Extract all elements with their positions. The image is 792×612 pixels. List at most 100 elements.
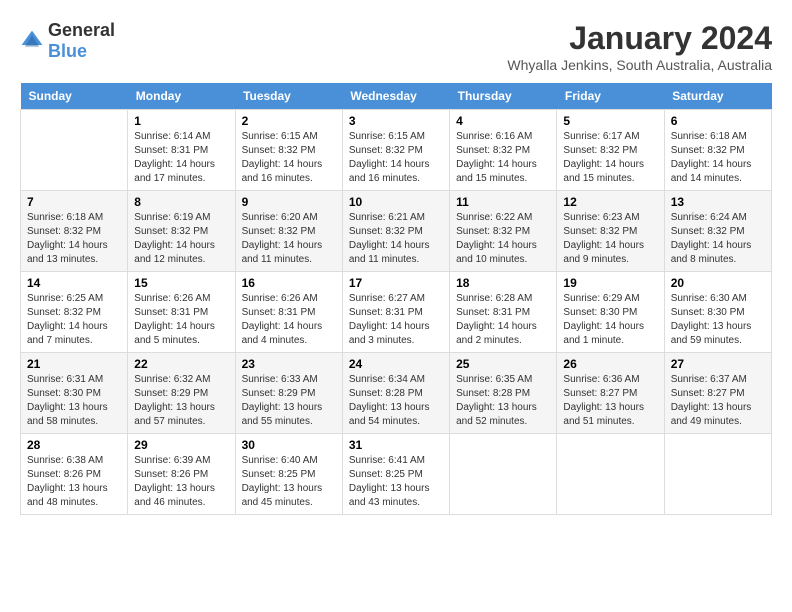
calendar-cell: 22 Sunrise: 6:32 AMSunset: 8:29 PMDayligh… bbox=[128, 353, 235, 434]
subtitle: Whyalla Jenkins, South Australia, Austra… bbox=[507, 57, 772, 73]
day-number: 3 bbox=[349, 114, 443, 128]
day-info: Sunrise: 6:29 AMSunset: 8:30 PMDaylight:… bbox=[563, 292, 657, 348]
day-number: 28 bbox=[27, 438, 121, 452]
day-info: Sunrise: 6:41 AMSunset: 8:25 PMDaylight:… bbox=[349, 454, 443, 510]
day-number: 24 bbox=[349, 357, 443, 371]
week-row-3: 14 Sunrise: 6:25 AMSunset: 8:32 PMDayligh… bbox=[21, 272, 772, 353]
day-info: Sunrise: 6:28 AMSunset: 8:31 PMDaylight:… bbox=[456, 292, 550, 348]
calendar-cell: 18Sunrise: 6:28 AMSunset: 8:31 PMDayligh… bbox=[450, 272, 557, 353]
day-info: Sunrise: 6:18 AMSunset: 8:32 PMDaylight:… bbox=[671, 130, 765, 186]
calendar-cell: 6 Sunrise: 6:18 AMSunset: 8:32 PMDaylight… bbox=[664, 110, 771, 191]
column-header-monday: Monday bbox=[128, 83, 235, 110]
calendar-cell: 12 Sunrise: 6:23 AMSunset: 8:32 PMDayligh… bbox=[557, 191, 664, 272]
day-info: Sunrise: 6:31 AMSunset: 8:30 PMDaylight:… bbox=[27, 373, 121, 429]
column-header-thursday: Thursday bbox=[450, 83, 557, 110]
day-info: Sunrise: 6:19 AMSunset: 8:32 PMDaylight:… bbox=[134, 211, 228, 267]
day-info: Sunrise: 6:14 AMSunset: 8:31 PMDaylight:… bbox=[134, 130, 228, 186]
day-number: 14 bbox=[27, 276, 121, 290]
column-header-tuesday: Tuesday bbox=[235, 83, 342, 110]
day-info: Sunrise: 6:26 AMSunset: 8:31 PMDaylight:… bbox=[134, 292, 228, 348]
week-row-5: 28Sunrise: 6:38 AMSunset: 8:26 PMDayligh… bbox=[21, 434, 772, 515]
calendar-cell: 3Sunrise: 6:15 AMSunset: 8:32 PMDaylight… bbox=[342, 110, 449, 191]
logo-text-blue: Blue bbox=[48, 41, 87, 61]
calendar-table: SundayMondayTuesdayWednesdayThursdayFrid… bbox=[20, 83, 772, 515]
calendar-cell: 11 Sunrise: 6:22 AMSunset: 8:32 PMDayligh… bbox=[450, 191, 557, 272]
calendar-cell: 21 Sunrise: 6:31 AMSunset: 8:30 PMDayligh… bbox=[21, 353, 128, 434]
calendar-cell bbox=[557, 434, 664, 515]
calendar-cell: 8 Sunrise: 6:19 AMSunset: 8:32 PMDaylight… bbox=[128, 191, 235, 272]
day-number: 9 bbox=[242, 195, 336, 209]
day-number: 2 bbox=[242, 114, 336, 128]
calendar-cell: 9 Sunrise: 6:20 AMSunset: 8:32 PMDaylight… bbox=[235, 191, 342, 272]
day-info: Sunrise: 6:24 AMSunset: 8:32 PMDaylight:… bbox=[671, 211, 765, 267]
calendar-cell: 14 Sunrise: 6:25 AMSunset: 8:32 PMDayligh… bbox=[21, 272, 128, 353]
calendar-cell bbox=[664, 434, 771, 515]
calendar-cell: 17 Sunrise: 6:27 AMSunset: 8:31 PMDayligh… bbox=[342, 272, 449, 353]
day-info: Sunrise: 6:35 AMSunset: 8:28 PMDaylight:… bbox=[456, 373, 550, 429]
day-info: Sunrise: 6:27 AMSunset: 8:31 PMDaylight:… bbox=[349, 292, 443, 348]
day-number: 8 bbox=[134, 195, 228, 209]
day-info: Sunrise: 6:34 AMSunset: 8:28 PMDaylight:… bbox=[349, 373, 443, 429]
calendar-cell: 31Sunrise: 6:41 AMSunset: 8:25 PMDayligh… bbox=[342, 434, 449, 515]
day-number: 19 bbox=[563, 276, 657, 290]
logo-icon bbox=[20, 29, 44, 53]
day-info: Sunrise: 6:40 AMSunset: 8:25 PMDaylight:… bbox=[242, 454, 336, 510]
week-row-1: 1 Sunrise: 6:14 AMSunset: 8:31 PMDaylight… bbox=[21, 110, 772, 191]
calendar-cell: 24 Sunrise: 6:34 AMSunset: 8:28 PMDayligh… bbox=[342, 353, 449, 434]
day-info: Sunrise: 6:17 AMSunset: 8:32 PMDaylight:… bbox=[563, 130, 657, 186]
calendar-cell: 13Sunrise: 6:24 AMSunset: 8:32 PMDayligh… bbox=[664, 191, 771, 272]
calendar-cell: 25 Sunrise: 6:35 AMSunset: 8:28 PMDayligh… bbox=[450, 353, 557, 434]
day-info: Sunrise: 6:26 AMSunset: 8:31 PMDaylight:… bbox=[242, 292, 336, 348]
day-number: 17 bbox=[349, 276, 443, 290]
calendar-cell bbox=[21, 110, 128, 191]
day-info: Sunrise: 6:33 AMSunset: 8:29 PMDaylight:… bbox=[242, 373, 336, 429]
calendar-cell: 29 Sunrise: 6:39 AMSunset: 8:26 PMDayligh… bbox=[128, 434, 235, 515]
day-info: Sunrise: 6:39 AMSunset: 8:26 PMDaylight:… bbox=[134, 454, 228, 510]
week-row-2: 7Sunrise: 6:18 AMSunset: 8:32 PMDaylight… bbox=[21, 191, 772, 272]
day-info: Sunrise: 6:22 AMSunset: 8:32 PMDaylight:… bbox=[456, 211, 550, 267]
calendar-cell: 1 Sunrise: 6:14 AMSunset: 8:31 PMDaylight… bbox=[128, 110, 235, 191]
day-number: 6 bbox=[671, 114, 765, 128]
day-info: Sunrise: 6:32 AMSunset: 8:29 PMDaylight:… bbox=[134, 373, 228, 429]
day-info: Sunrise: 6:21 AMSunset: 8:32 PMDaylight:… bbox=[349, 211, 443, 267]
calendar-cell: 20 Sunrise: 6:30 AMSunset: 8:30 PMDayligh… bbox=[664, 272, 771, 353]
day-number: 21 bbox=[27, 357, 121, 371]
column-header-saturday: Saturday bbox=[664, 83, 771, 110]
calendar-cell: 7Sunrise: 6:18 AMSunset: 8:32 PMDaylight… bbox=[21, 191, 128, 272]
day-number: 16 bbox=[242, 276, 336, 290]
day-number: 10 bbox=[349, 195, 443, 209]
day-info: Sunrise: 6:23 AMSunset: 8:32 PMDaylight:… bbox=[563, 211, 657, 267]
calendar-cell: 30Sunrise: 6:40 AMSunset: 8:25 PMDayligh… bbox=[235, 434, 342, 515]
day-number: 22 bbox=[134, 357, 228, 371]
calendar-cell: 27 Sunrise: 6:37 AMSunset: 8:27 PMDayligh… bbox=[664, 353, 771, 434]
logo: General Blue bbox=[20, 20, 115, 62]
day-number: 4 bbox=[456, 114, 550, 128]
day-info: Sunrise: 6:30 AMSunset: 8:30 PMDaylight:… bbox=[671, 292, 765, 348]
calendar-cell: 10 Sunrise: 6:21 AMSunset: 8:32 PMDayligh… bbox=[342, 191, 449, 272]
calendar-cell: 2 Sunrise: 6:15 AMSunset: 8:32 PMDaylight… bbox=[235, 110, 342, 191]
page-header: General Blue January 2024 Whyalla Jenkin… bbox=[20, 20, 772, 73]
day-info: Sunrise: 6:15 AMSunset: 8:32 PMDaylight:… bbox=[242, 130, 336, 186]
day-number: 15 bbox=[134, 276, 228, 290]
week-row-4: 21 Sunrise: 6:31 AMSunset: 8:30 PMDayligh… bbox=[21, 353, 772, 434]
day-info: Sunrise: 6:16 AMSunset: 8:32 PMDaylight:… bbox=[456, 130, 550, 186]
day-info: Sunrise: 6:37 AMSunset: 8:27 PMDaylight:… bbox=[671, 373, 765, 429]
calendar-cell: 23Sunrise: 6:33 AMSunset: 8:29 PMDayligh… bbox=[235, 353, 342, 434]
main-title: January 2024 bbox=[507, 20, 772, 57]
day-number: 11 bbox=[456, 195, 550, 209]
day-number: 12 bbox=[563, 195, 657, 209]
logo-text-general: General bbox=[48, 20, 115, 40]
calendar-cell: 26Sunrise: 6:36 AMSunset: 8:27 PMDayligh… bbox=[557, 353, 664, 434]
day-number: 25 bbox=[456, 357, 550, 371]
day-info: Sunrise: 6:20 AMSunset: 8:32 PMDaylight:… bbox=[242, 211, 336, 267]
calendar-cell: 28Sunrise: 6:38 AMSunset: 8:26 PMDayligh… bbox=[21, 434, 128, 515]
calendar-cell: 19 Sunrise: 6:29 AMSunset: 8:30 PMDayligh… bbox=[557, 272, 664, 353]
day-number: 20 bbox=[671, 276, 765, 290]
column-header-wednesday: Wednesday bbox=[342, 83, 449, 110]
day-info: Sunrise: 6:18 AMSunset: 8:32 PMDaylight:… bbox=[27, 211, 121, 267]
day-number: 29 bbox=[134, 438, 228, 452]
day-info: Sunrise: 6:25 AMSunset: 8:32 PMDaylight:… bbox=[27, 292, 121, 348]
calendar-cell bbox=[450, 434, 557, 515]
day-number: 1 bbox=[134, 114, 228, 128]
day-number: 27 bbox=[671, 357, 765, 371]
